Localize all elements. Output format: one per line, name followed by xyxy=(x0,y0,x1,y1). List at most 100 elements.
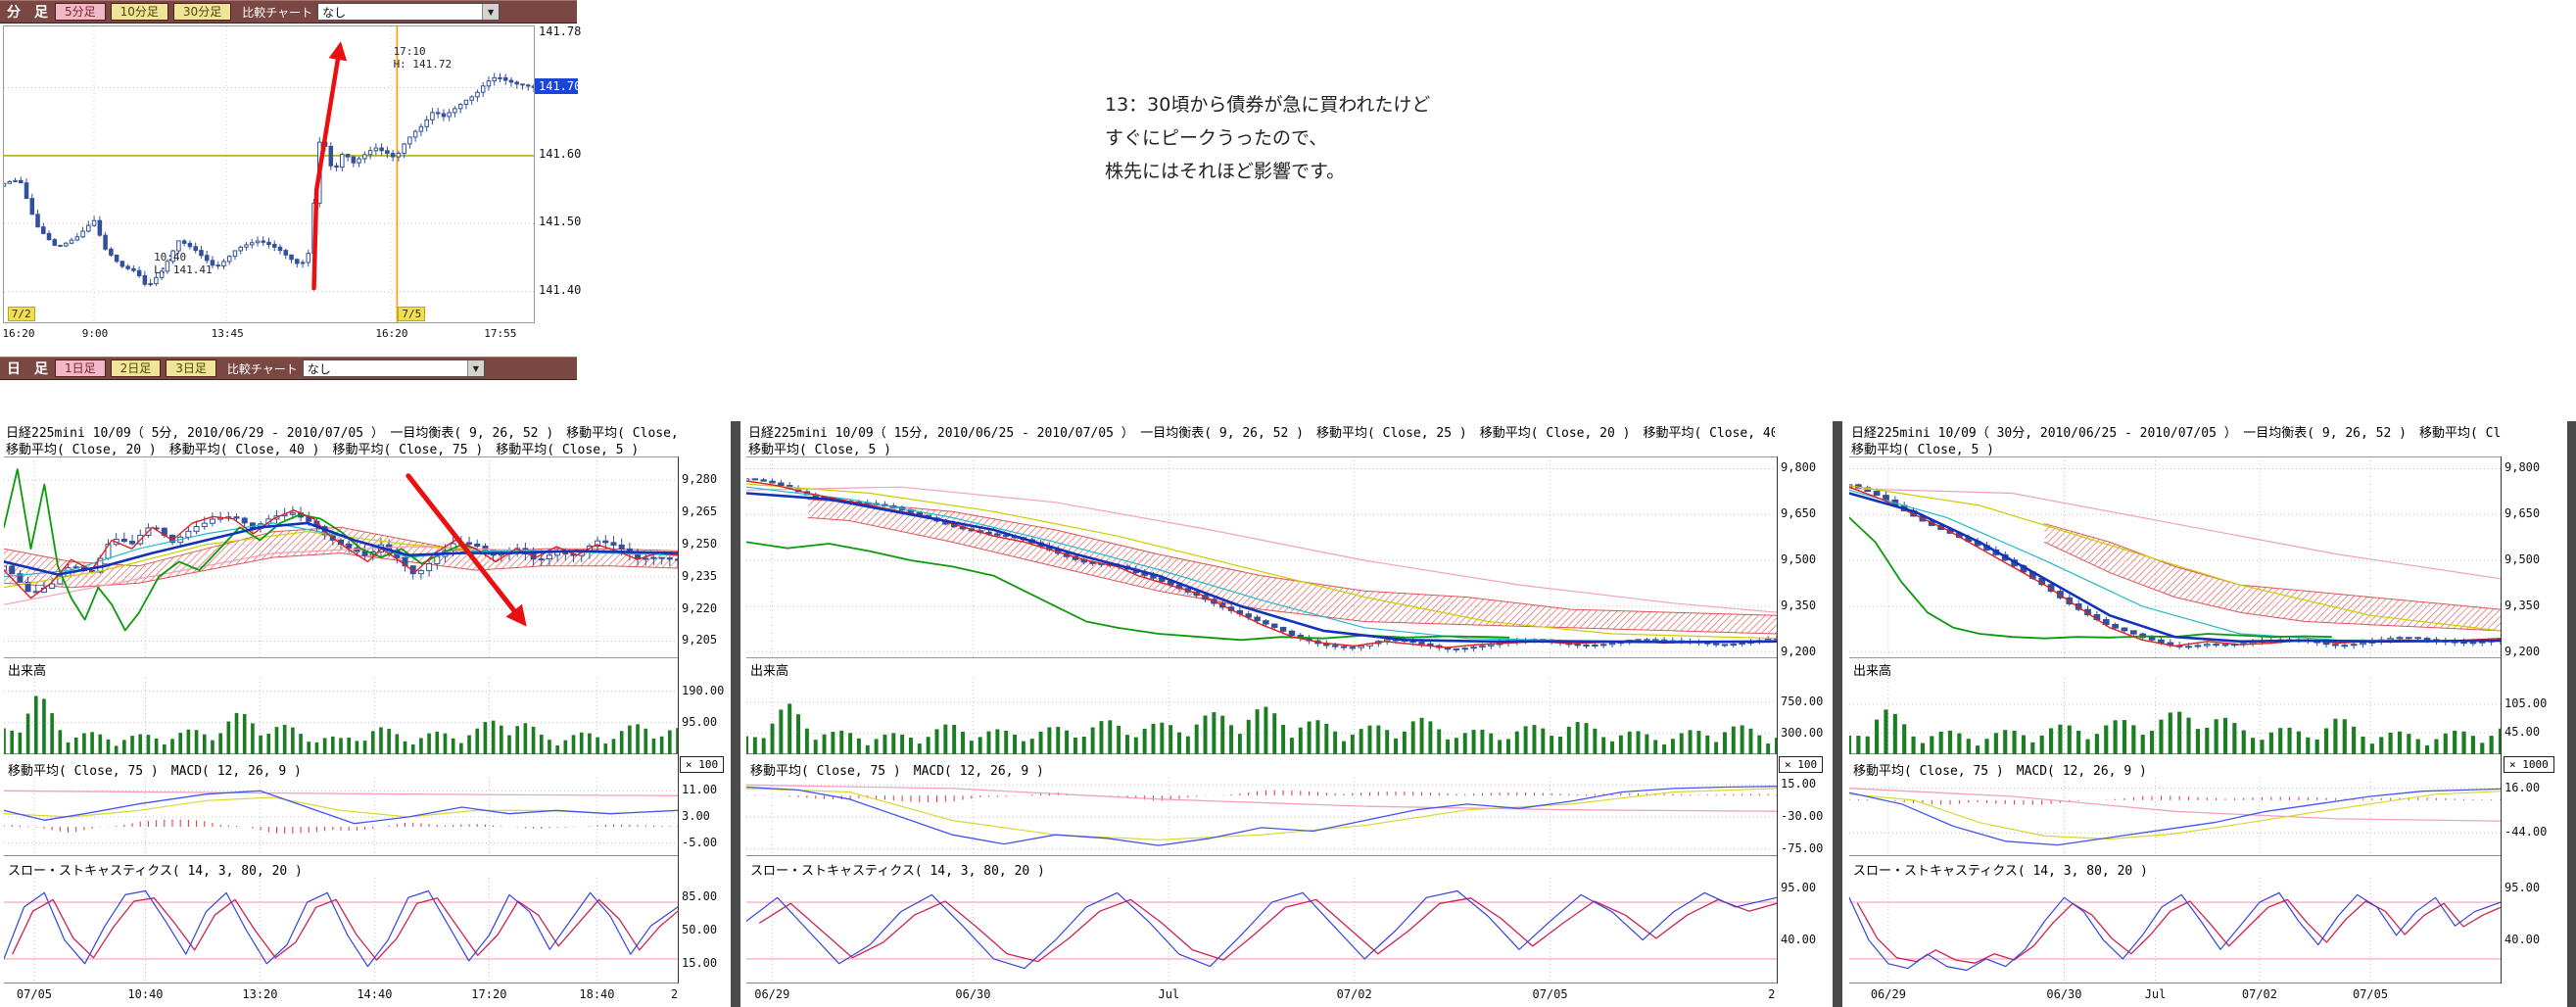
x-axis-label: 2 xyxy=(1750,987,1793,1001)
tab-3day-candle[interactable]: 3日足 xyxy=(166,360,216,377)
y-axis-label: 9,650 xyxy=(2504,506,2540,520)
y-axis-label: 141.40 xyxy=(539,283,581,297)
day-group-label: 日 足 xyxy=(7,359,48,378)
y-axis-label: 9,800 xyxy=(1781,460,1816,474)
chevron-down-icon[interactable]: ▼ xyxy=(467,360,484,376)
y-axis-label: 9,350 xyxy=(1781,599,1816,612)
panel-title: 移動平均( Close, 5 ) xyxy=(1851,439,2501,457)
stoch-axis-label: 40.00 xyxy=(1781,933,1816,946)
volume-axis-label: 300.00 xyxy=(1781,726,1823,740)
volume-axis-label: 105.00 xyxy=(2504,696,2547,710)
y-axis-label: 9,500 xyxy=(1781,552,1816,566)
y-axis-label: 9,235 xyxy=(682,569,717,583)
x-axis-label: 06/30 xyxy=(2042,987,2085,1001)
trading-chart-app: 分 足 5分足 10分足 30分足 比較チャート なし ▼ 日 足 1日足 2日… xyxy=(0,0,2576,1007)
compare-chart-select-day[interactable]: なし ▼ xyxy=(303,360,485,377)
unit-multiplier-badge: × 1000 xyxy=(2504,756,2554,773)
current-price-tag: 141.70 xyxy=(535,78,578,94)
y-axis-label: 9,250 xyxy=(682,537,717,551)
volume-section-label: 出来高 xyxy=(8,660,46,679)
y-axis-label: 9,650 xyxy=(1781,506,1816,520)
note-line: すぐにピークうったので、 xyxy=(1105,121,1430,155)
volume-axis-label: 190.00 xyxy=(682,684,724,697)
date-chip: 7/2 xyxy=(8,307,35,321)
minute-group-label: 分 足 xyxy=(7,2,48,22)
x-axis-label: 06/29 xyxy=(1867,987,1910,1001)
x-axis-label: Jul xyxy=(1147,987,1190,1001)
y-axis-label: 9,220 xyxy=(682,601,717,615)
macd-plot xyxy=(746,778,1777,856)
volume-plot xyxy=(746,678,1777,754)
volume-axis-label: 750.00 xyxy=(1781,695,1823,708)
compare-chart-value: なし xyxy=(318,4,482,21)
macd-axis-label: 11.00 xyxy=(682,783,717,796)
y-axis-label: 9,500 xyxy=(2504,552,2540,566)
volume-plot xyxy=(4,678,678,754)
macd-plot xyxy=(4,778,678,856)
volume-section-label: 出来高 xyxy=(750,660,788,679)
x-axis-label: 13:20 xyxy=(238,987,281,1001)
time-axis-label: 16:20 xyxy=(1,327,36,340)
macd-axis-label: -75.00 xyxy=(1781,841,1823,855)
stochastics-plot xyxy=(4,878,678,983)
macd-section-label: 移動平均( Close, 75 ) MACD( 12, 26, 9 ) xyxy=(1853,760,2147,779)
y-axis-label: 9,280 xyxy=(682,472,717,486)
time-axis-label: 17:55 xyxy=(483,327,518,340)
compare-chart-select-minute[interactable]: なし ▼ xyxy=(317,3,500,21)
x-axis-label: 07/05 xyxy=(1529,987,1572,1001)
panel-title: 移動平均( Close, 5 ) xyxy=(748,439,1775,457)
tab-1day-candle[interactable]: 1日足 xyxy=(55,360,106,377)
x-axis-label: 07/02 xyxy=(1333,987,1376,1001)
main-chart-plot xyxy=(1849,456,2501,658)
x-axis-label: Jul xyxy=(2134,987,2177,1001)
stochastics-section-label: スロー・ストキャスティクス( 14, 3, 80, 20 ) xyxy=(1853,860,2148,879)
x-axis-label: 17:20 xyxy=(467,987,510,1001)
minute-chart-toolbar: 分 足 5分足 10分足 30分足 比較チャート なし ▼ xyxy=(0,0,577,24)
time-axis-label: 9:00 xyxy=(77,327,113,340)
main-chart-plot xyxy=(4,456,678,658)
volume-axis-label: 45.00 xyxy=(2504,725,2540,739)
panel-divider xyxy=(731,421,740,1007)
compare-chart-label: 比較チャート xyxy=(227,360,298,377)
macd-section-label: 移動平均( Close, 75 ) MACD( 12, 26, 9 ) xyxy=(8,760,302,779)
high-annotation: H: 141.72 xyxy=(394,58,453,71)
y-axis-label: 9,350 xyxy=(2504,599,2540,612)
high-annotation: 17:10 xyxy=(394,45,426,58)
stoch-axis-label: 50.00 xyxy=(682,923,717,936)
x-axis-label: 06/29 xyxy=(750,987,793,1001)
panel-divider xyxy=(2567,421,2576,1007)
x-axis-label: 14:40 xyxy=(353,987,396,1001)
tab-5min-candle[interactable]: 5分足 xyxy=(55,3,106,21)
panel-divider xyxy=(1833,421,1842,1007)
tab-10min-candle[interactable]: 10分足 xyxy=(111,3,168,21)
x-axis-label: 07/02 xyxy=(2238,987,2281,1001)
low-annotation: L: 141.41 xyxy=(154,264,213,276)
panel-title: 移動平均( Close, 20 ) 移動平均( Close, 40 ) 移動平均… xyxy=(6,439,676,457)
tab-2day-candle[interactable]: 2日足 xyxy=(111,360,162,377)
macd-axis-label: 15.00 xyxy=(1781,777,1816,791)
stoch-axis-label: 15.00 xyxy=(682,956,717,970)
macd-axis-label: -30.00 xyxy=(1781,809,1823,823)
x-axis-label: 06/30 xyxy=(951,987,994,1001)
y-axis-label: 9,200 xyxy=(1781,645,1816,658)
unit-multiplier-badge: × 100 xyxy=(680,756,724,773)
main-chart-plot xyxy=(746,456,1777,658)
y-axis-line xyxy=(2501,456,2502,983)
y-axis-label: 9,200 xyxy=(2504,645,2540,658)
chevron-down-icon[interactable]: ▼ xyxy=(482,4,499,20)
volume-section-label: 出来高 xyxy=(1853,660,1891,679)
day-chart-toolbar: 日 足 1日足 2日足 3日足 比較チャート なし ▼ xyxy=(0,357,577,380)
y-axis-label: 9,205 xyxy=(682,633,717,647)
y-axis-label: 9,800 xyxy=(2504,460,2540,474)
note-line: 13：30頃から債券が急に買われたけど xyxy=(1105,88,1430,121)
stochastics-section-label: スロー・ストキャスティクス( 14, 3, 80, 20 ) xyxy=(8,860,303,879)
stochastics-section-label: スロー・ストキャスティクス( 14, 3, 80, 20 ) xyxy=(750,860,1045,879)
y-axis-label: 141.60 xyxy=(539,147,581,161)
volume-axis-label: 95.00 xyxy=(682,715,717,729)
stochastics-plot xyxy=(746,878,1777,983)
macd-axis-label: 16.00 xyxy=(2504,781,2540,794)
low-annotation: 10:40 xyxy=(154,251,186,264)
x-axis-label: 18:40 xyxy=(575,987,618,1001)
y-axis-label: 9,265 xyxy=(682,504,717,518)
tab-30min-candle[interactable]: 30分足 xyxy=(173,3,231,21)
